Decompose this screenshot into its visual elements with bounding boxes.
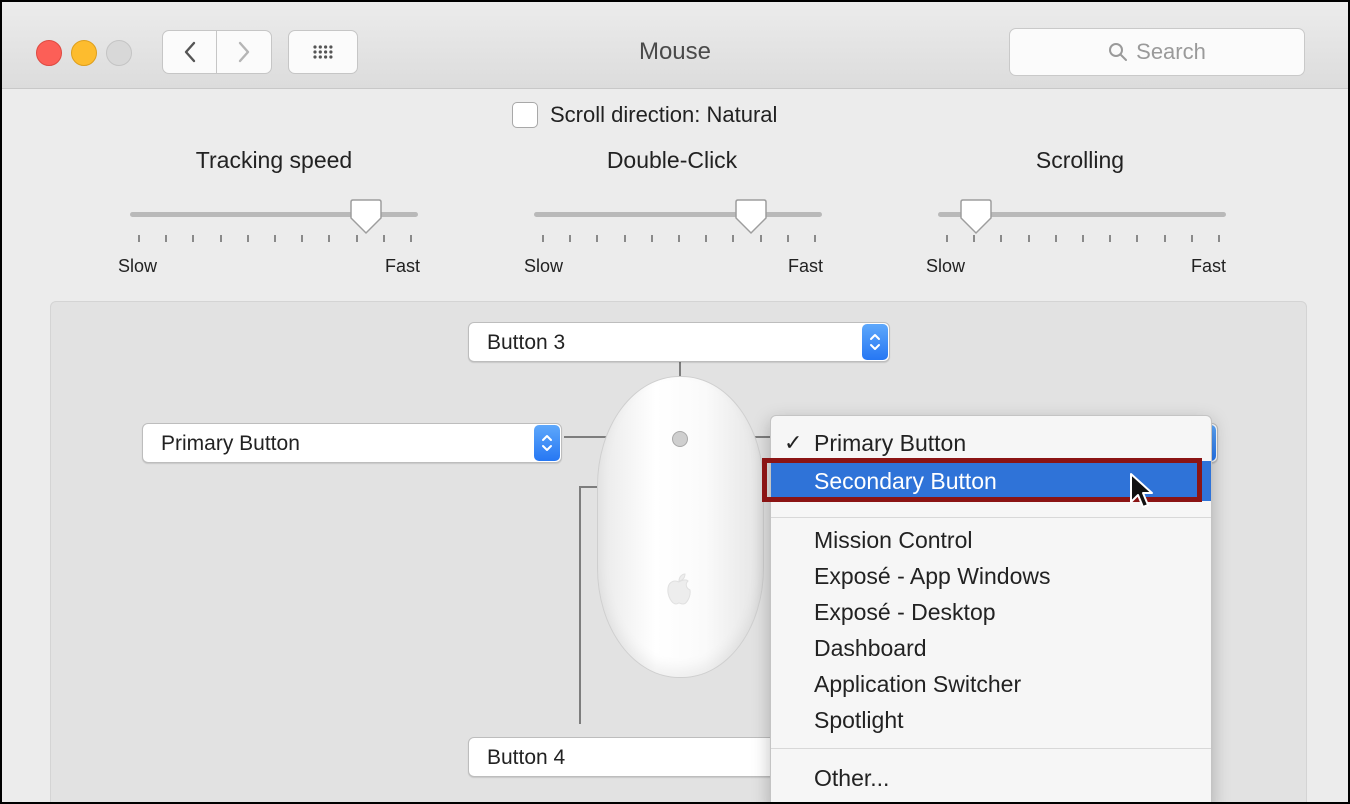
- slider-tick: [382, 235, 385, 242]
- menu-item-other[interactable]: Other...: [771, 760, 1211, 796]
- slider-tick: [786, 235, 789, 242]
- menu-item-spotlight[interactable]: Spotlight: [771, 702, 1211, 738]
- menu-item-primary-button[interactable]: ✓ Primary Button: [771, 425, 1211, 461]
- slider-tick: [623, 235, 626, 242]
- slider-tick: [946, 235, 948, 242]
- slider-tick: [1218, 235, 1220, 242]
- double-click-ticks: [534, 235, 822, 243]
- scrolling-thumb[interactable]: [959, 198, 993, 236]
- slider-tick: [1190, 235, 1193, 242]
- slider-tick: [246, 235, 249, 242]
- scrolling-min-label: Slow: [926, 256, 966, 276]
- left-button-popup[interactable]: Primary Button: [142, 423, 562, 463]
- scrolling-title: Scrolling: [1035, 147, 1125, 173]
- menu-item-dashboard[interactable]: Dashboard: [771, 630, 1211, 666]
- slider-tick: [301, 235, 304, 242]
- button-3-popup[interactable]: Button 3: [468, 322, 890, 362]
- scrolling-max-label: Fast: [1191, 256, 1227, 276]
- menu-item-application-switcher[interactable]: Application Switcher: [771, 666, 1211, 702]
- slider-tick: [274, 235, 276, 242]
- menu-separator: [771, 748, 1211, 749]
- slider-tick: [732, 235, 735, 242]
- slider-tick: [138, 235, 140, 242]
- slider-tick: [1054, 235, 1057, 242]
- slider-tick: [705, 235, 708, 242]
- slider-tick: [973, 235, 976, 242]
- slider-tick: [165, 235, 168, 242]
- updown-arrows-icon: [534, 425, 560, 461]
- menu-item-expose-app-windows[interactable]: Exposé - App Windows: [771, 558, 1211, 594]
- slider-tick: [1163, 235, 1166, 242]
- slider-tick: [1027, 235, 1030, 242]
- button-3-value: Button 3: [487, 331, 566, 354]
- tracking-speed-thumb[interactable]: [349, 198, 383, 236]
- tracking-speed-title: Tracking speed: [195, 147, 353, 173]
- search-field[interactable]: Search: [1009, 28, 1305, 76]
- side-button-connector-stub: [579, 486, 599, 488]
- slider-tick: [1136, 235, 1139, 242]
- slider-tick: [219, 235, 222, 242]
- slider-tick: [542, 235, 544, 242]
- side-button-connector: [579, 486, 581, 724]
- double-click-slider[interactable]: [534, 212, 822, 217]
- menu-separator: [771, 517, 1211, 518]
- slider-tick: [569, 235, 572, 242]
- search-icon: [1109, 43, 1128, 61]
- tracking-speed-ticks: [130, 235, 418, 243]
- mouse-pointer-icon: [1130, 473, 1153, 508]
- double-click-thumb[interactable]: [734, 198, 768, 236]
- double-click-max-label: Fast: [788, 256, 824, 276]
- slider-tick: [759, 235, 762, 242]
- apple-logo-icon: [667, 573, 691, 605]
- slider-tick: [596, 235, 599, 242]
- menu-item-expose-desktop[interactable]: Exposé - Desktop: [771, 594, 1211, 630]
- title-bar: Mouse Search: [2, 2, 1348, 89]
- button-4-value: Button 4: [487, 746, 566, 769]
- mouse-preferences-window: Mouse Search Scroll direction: Natural T…: [0, 0, 1350, 804]
- scroll-ball: [672, 431, 688, 447]
- left-button-value: Primary Button: [161, 432, 300, 455]
- slider-tick: [328, 235, 331, 242]
- slider-tick: [650, 235, 653, 242]
- scroll-direction-checkbox[interactable]: [512, 102, 538, 128]
- mouse-illustration: [597, 376, 764, 678]
- slider-tick: [1082, 235, 1084, 242]
- slider-tick: [1000, 235, 1003, 242]
- scroll-direction-label: Scroll direction: Natural: [550, 102, 778, 127]
- slider-tick: [410, 235, 412, 242]
- checkmark-icon: ✓: [784, 430, 803, 455]
- menu-item-mission-control[interactable]: Mission Control: [771, 522, 1211, 558]
- tracking-speed-max-label: Fast: [385, 256, 421, 276]
- slider-tick: [1109, 235, 1112, 242]
- scroll-direction-row: Scroll direction: Natural: [512, 102, 777, 128]
- updown-arrows-icon: [862, 324, 888, 360]
- slider-tick: [355, 235, 358, 242]
- slider-tick: [814, 235, 816, 242]
- tracking-speed-min-label: Slow: [118, 256, 158, 276]
- double-click-min-label: Slow: [524, 256, 564, 276]
- slider-tick: [678, 235, 680, 242]
- scrolling-ticks: [938, 235, 1226, 243]
- slider-tick: [192, 235, 195, 242]
- search-placeholder: Search: [1136, 39, 1206, 64]
- double-click-title: Double-Click: [606, 147, 738, 173]
